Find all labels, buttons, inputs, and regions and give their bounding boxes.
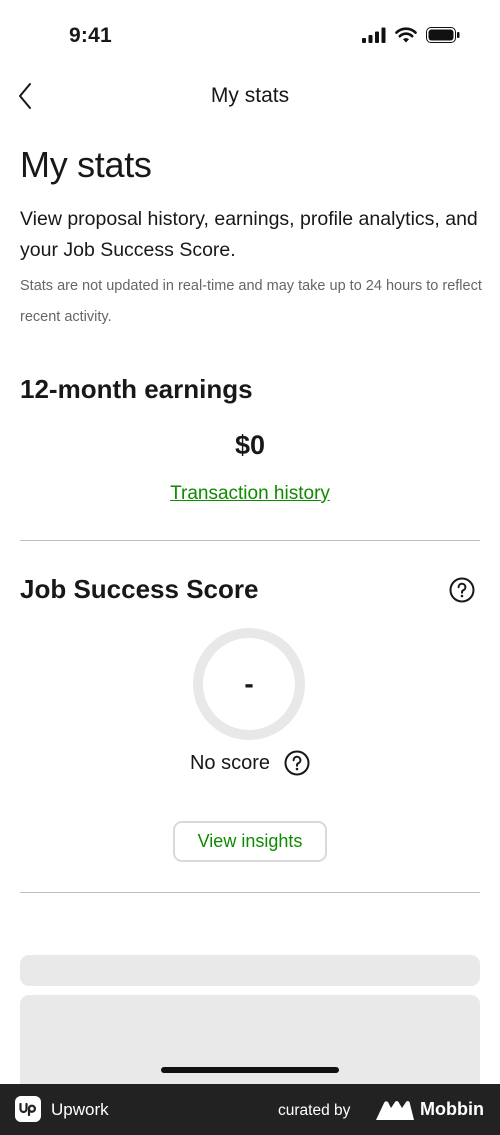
upwork-logo-icon — [15, 1096, 41, 1122]
nav-title: My stats — [210, 84, 290, 107]
signal-icon — [362, 27, 386, 43]
footer: Upwork curated by Mobbin — [0, 1084, 500, 1135]
earnings-amount: $0 — [234, 430, 266, 460]
job-success-title: Job Success Score — [20, 574, 259, 604]
no-score-label: No score — [189, 751, 271, 774]
divider — [20, 540, 480, 541]
score-value: - — [244, 668, 254, 699]
intro-text: View proposal history, earnings, profile… — [20, 208, 478, 261]
loading-skeleton-bar — [20, 955, 480, 986]
mobbin-logo-icon — [376, 1101, 414, 1120]
status-icons — [362, 27, 460, 43]
loading-skeleton-card — [20, 995, 480, 1095]
transaction-history-link[interactable]: Transaction history — [0, 483, 500, 505]
nav-bar: My stats — [0, 72, 500, 122]
brand-name: Mobbin — [420, 1099, 484, 1119]
status-time: 9:41 — [69, 24, 112, 47]
question-circle-icon[interactable] — [449, 577, 475, 603]
no-score-row: No score — [0, 750, 500, 776]
update-note: Stats are not updated in real-time and m… — [20, 278, 482, 325]
divider — [20, 892, 480, 893]
battery-icon — [426, 27, 460, 43]
app-name: Upwork — [51, 1100, 109, 1119]
home-indicator — [161, 1067, 339, 1073]
wifi-icon — [395, 27, 417, 43]
page-title: My stats — [20, 144, 152, 185]
view-insights-button[interactable]: View insights — [173, 821, 327, 862]
curated-by-label: curated by — [278, 1102, 351, 1119]
earnings-title: 12-month earnings — [20, 374, 253, 404]
status-bar: 9:41 — [0, 0, 500, 72]
question-circle-icon[interactable] — [284, 750, 310, 776]
